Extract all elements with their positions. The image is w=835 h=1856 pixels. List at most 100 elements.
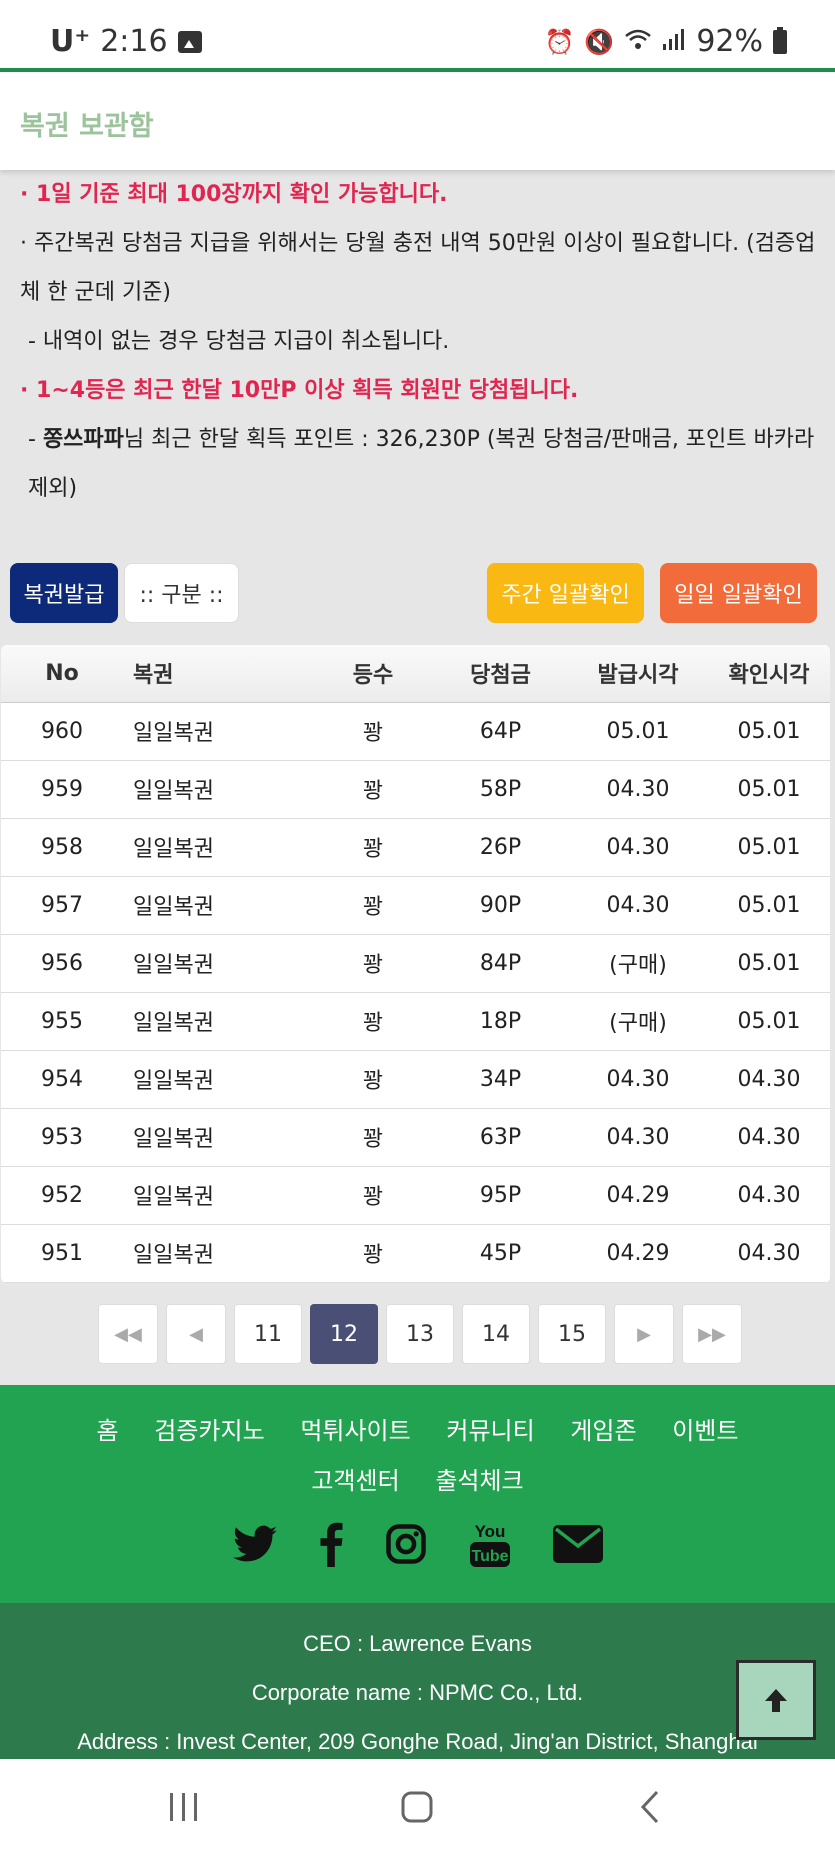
footer-link-events[interactable]: 이벤트 — [672, 1417, 738, 1445]
back-icon[interactable] — [637, 1789, 663, 1825]
page-12-current[interactable]: 12 — [310, 1304, 378, 1364]
arrow-up-icon — [765, 1689, 787, 1712]
table-row: 958 일일복권 꽝 26P 04.30 05.01 — [1, 818, 830, 876]
cell-no: 955 — [41, 1008, 83, 1034]
footer-link-verified-casino[interactable]: 검증카지노 — [154, 1417, 264, 1445]
youtube-label-top: You — [474, 1522, 505, 1541]
table-row: 956 일일복권 꽝 84P (구매) 05.01 — [1, 934, 830, 992]
lottery-table: No 복권 등수 당첨금 발급시각 확인시각 960 일일복권 꽝 64P 05.01 0… — [1, 645, 830, 1283]
alarm-icon: ⏰ — [544, 27, 575, 56]
battery-percent: 92% — [696, 24, 763, 59]
last-page-button[interactable]: ▶▶ — [682, 1304, 742, 1364]
email-icon[interactable] — [552, 1525, 603, 1563]
cell-check-time: 04.30 — [737, 1182, 801, 1208]
prev-page-button[interactable]: ◀ — [166, 1304, 226, 1364]
carrier-label: U⁺ — [50, 24, 91, 59]
double-right-icon: ▶▶ — [698, 1323, 726, 1345]
battery-icon — [773, 26, 787, 54]
cell-rank: 꽝 — [362, 1127, 384, 1152]
system-nav-bar — [0, 1759, 835, 1856]
footer-link-home[interactable]: 홈 — [97, 1417, 119, 1445]
cell-rank: 꽝 — [362, 837, 384, 862]
table-row: 953 일일복권 꽝 63P 04.30 04.30 — [1, 1108, 830, 1166]
cell-lottery: 일일복권 — [133, 953, 214, 978]
cell-prize: 95P — [479, 1182, 522, 1208]
header-lottery: 복권 — [123, 645, 313, 703]
weekly-bulk-check-button[interactable]: 주간 일괄확인 — [487, 563, 644, 623]
page-15[interactable]: 15 — [538, 1304, 606, 1364]
cell-prize: 26P — [479, 834, 522, 860]
recent-apps-icon[interactable] — [167, 1789, 201, 1825]
cell-lottery: 일일복권 — [133, 837, 214, 862]
cell-no: 952 — [41, 1182, 83, 1208]
cell-no: 958 — [41, 834, 83, 860]
user-points-text: 님 최근 한달 획득 포인트 : 326,230P (복권 당첨금/판매금, 포… — [28, 427, 815, 501]
cell-lottery: 일일복권 — [133, 1243, 214, 1268]
cell-prize: 84P — [479, 950, 522, 976]
cell-prize: 63P — [479, 1124, 522, 1150]
page-14[interactable]: 14 — [462, 1304, 530, 1364]
cell-issue-time: 04.30 — [606, 834, 670, 860]
daily-bulk-check-button[interactable]: 일일 일괄확인 — [660, 563, 817, 623]
cell-no: 951 — [41, 1240, 83, 1266]
cell-issue-time: 04.30 — [606, 1124, 670, 1150]
cell-issue-time: 04.30 — [606, 776, 670, 802]
company-address: Address : Invest Center, 209 Gonghe Road… — [77, 1729, 758, 1754]
cell-rank: 꽝 — [362, 721, 384, 746]
facebook-icon[interactable] — [319, 1521, 343, 1567]
table-row: 952 일일복권 꽝 95P 04.29 04.30 — [1, 1166, 830, 1224]
page-13[interactable]: 13 — [386, 1304, 454, 1364]
cell-no: 954 — [41, 1066, 83, 1092]
page-header: 복권 보관함 — [0, 72, 835, 170]
notice-block: · 1일 기준 최대 100장까지 확인 가능합니다. · 주간복권 당첨금 지… — [20, 170, 820, 513]
cell-check-time: 05.01 — [737, 834, 801, 860]
header-check-time: 확인시각 — [708, 645, 830, 703]
footer-nav-row-2: 고객센터 출석체크 — [0, 1461, 835, 1496]
table-header-row: No 복권 등수 당첨금 발급시각 확인시각 — [1, 645, 830, 703]
cell-no: 959 — [41, 776, 83, 802]
signal-icon — [662, 28, 686, 56]
cell-check-time: 05.01 — [737, 950, 801, 976]
next-page-button[interactable]: ▶ — [614, 1304, 674, 1364]
social-links: You Tube — [0, 1520, 835, 1568]
cell-issue-time: (구매) — [609, 1011, 667, 1036]
cell-rank: 꽝 — [362, 1011, 384, 1036]
instagram-icon[interactable] — [385, 1523, 427, 1565]
cell-lottery: 일일복권 — [133, 1011, 214, 1036]
pagination: ◀◀ ◀ 11 12 13 14 15 ▶ ▶▶ — [98, 1304, 742, 1364]
footer-link-community[interactable]: 커뮤니티 — [446, 1417, 534, 1445]
header-rank: 등수 — [313, 645, 433, 703]
youtube-icon[interactable]: You Tube — [469, 1520, 511, 1568]
cell-issue-time: 04.29 — [606, 1240, 670, 1266]
notice-user-points: - 쫑쓰파파님 최근 한달 획득 포인트 : 326,230P (복권 당첨금/… — [20, 415, 820, 513]
category-select[interactable]: :: 구분 :: — [124, 563, 239, 623]
footer-link-game-zone[interactable]: 게임존 — [570, 1417, 636, 1445]
scroll-to-top-button[interactable] — [736, 1660, 816, 1740]
cell-rank: 꽝 — [362, 1069, 384, 1094]
right-arrow-icon: ▶ — [637, 1323, 651, 1345]
cell-prize: 64P — [479, 718, 522, 744]
cell-no: 953 — [41, 1124, 83, 1150]
twitter-icon[interactable] — [232, 1525, 277, 1563]
cell-issue-time: 04.29 — [606, 1182, 670, 1208]
cell-issue-time: 05.01 — [606, 718, 670, 744]
cell-issue-time: 04.30 — [606, 1066, 670, 1092]
cell-prize: 18P — [479, 1008, 522, 1034]
cell-lottery: 일일복권 — [133, 1127, 214, 1152]
left-arrow-icon: ◀ — [189, 1323, 203, 1345]
notice-daily-limit: · 1일 기준 최대 100장까지 확인 가능합니다. — [20, 182, 448, 207]
footer-link-attendance[interactable]: 출석체크 — [435, 1467, 523, 1495]
cell-check-time: 05.01 — [737, 718, 801, 744]
header-issue-time: 발급시각 — [568, 645, 708, 703]
footer-link-customer-center[interactable]: 고객센터 — [311, 1467, 399, 1495]
cell-rank: 꽝 — [362, 953, 384, 978]
cell-lottery: 일일복권 — [133, 721, 214, 746]
home-icon[interactable] — [400, 1789, 434, 1825]
cell-rank: 꽝 — [362, 895, 384, 920]
issue-lottery-button[interactable]: 복권발급 — [10, 563, 118, 623]
page-11[interactable]: 11 — [234, 1304, 302, 1364]
footer-link-scam-sites[interactable]: 먹튀사이트 — [300, 1417, 410, 1445]
first-page-button[interactable]: ◀◀ — [98, 1304, 158, 1364]
table-row: 959 일일복권 꽝 58P 04.30 05.01 — [1, 760, 830, 818]
double-left-icon: ◀◀ — [114, 1323, 142, 1345]
